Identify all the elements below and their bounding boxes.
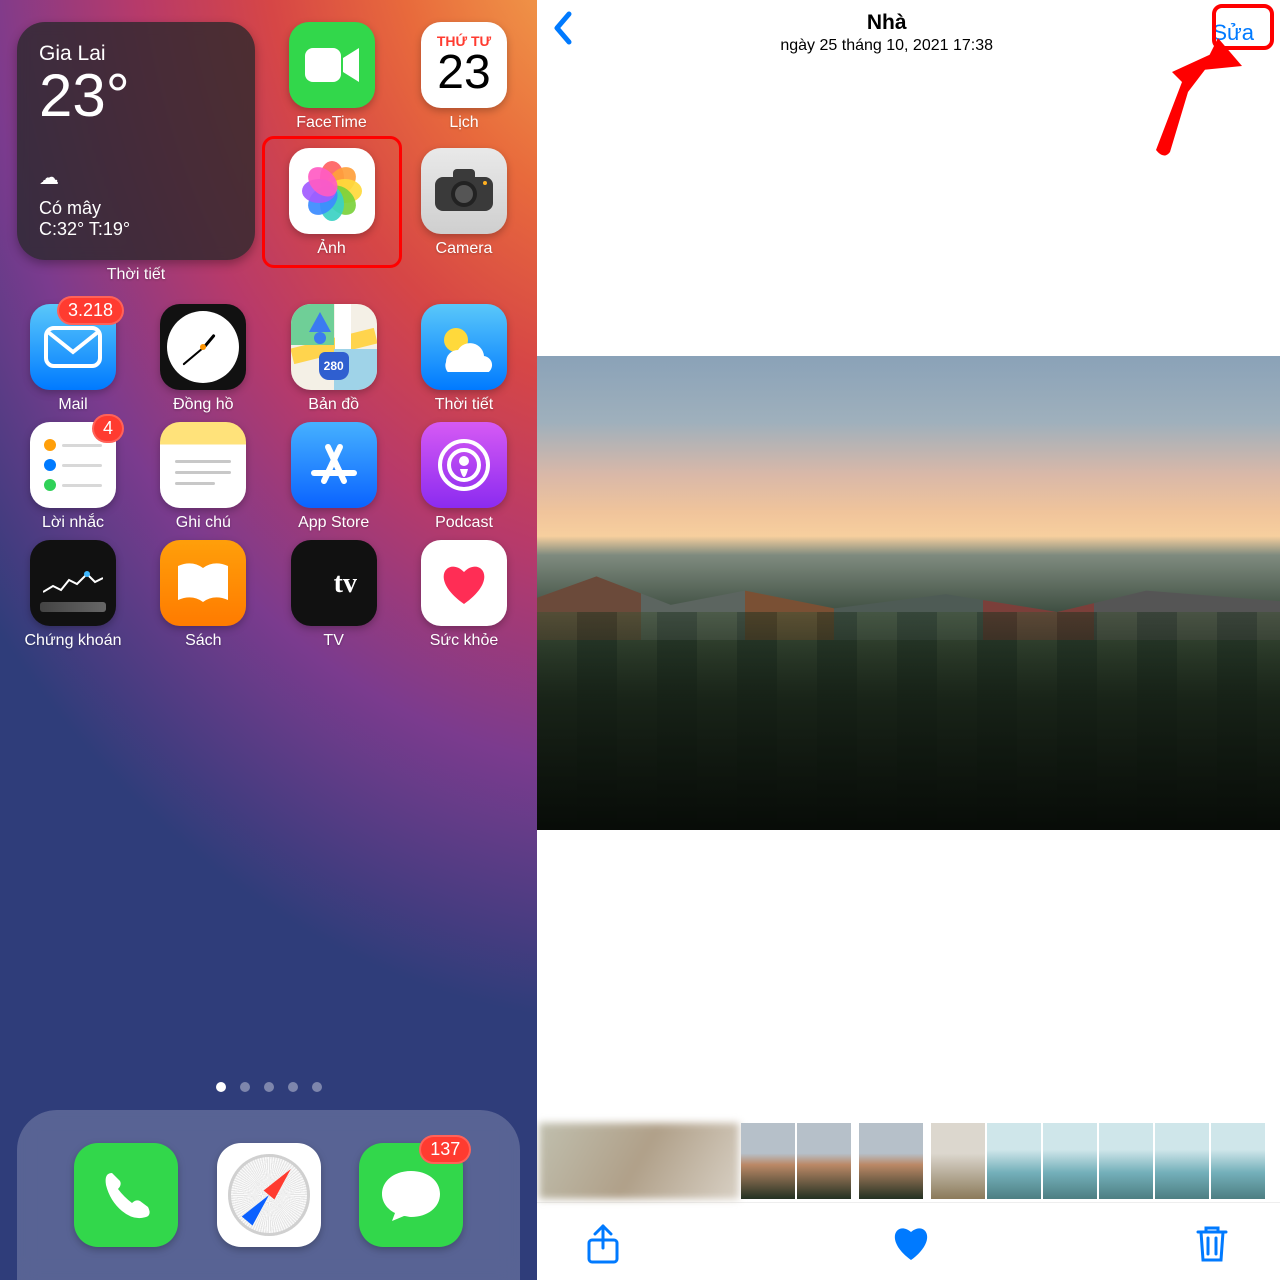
calendar-daynum: 23 — [437, 49, 490, 97]
dock: 137 — [17, 1110, 520, 1280]
favorite-button[interactable] — [891, 1224, 927, 1260]
photo-datetime: ngày 25 tháng 10, 2021 17:38 — [780, 36, 993, 56]
photos-detail-view: Nhà ngày 25 tháng 10, 2021 17:38 Sửa — [537, 0, 1280, 1280]
weather-widget[interactable]: Gia Lai 23° ☁︎ Có mây C:32° T:19° — [17, 22, 255, 260]
podcast-label: Podcast — [435, 514, 493, 532]
delete-button[interactable] — [1196, 1224, 1232, 1260]
appstore-app[interactable] — [291, 422, 377, 508]
maps-app[interactable]: 280 — [291, 304, 377, 390]
thumbnail[interactable] — [741, 1123, 795, 1199]
messages-badge: 137 — [419, 1135, 471, 1164]
safari-app[interactable] — [217, 1143, 321, 1247]
thumbnail[interactable] — [1099, 1123, 1153, 1199]
weather-condition: Có mây — [39, 198, 233, 219]
maps-label: Bản đồ — [308, 396, 359, 414]
ios-home-screen: Gia Lai 23° ☁︎ Có mây C:32° T:19° Thời t… — [0, 0, 537, 1280]
photos-app[interactable] — [289, 148, 375, 234]
stocks-app[interactable] — [30, 540, 116, 626]
reminders-badge: 4 — [92, 414, 124, 443]
back-button[interactable] — [551, 10, 573, 56]
thumbnail-strip[interactable] — [537, 1120, 1280, 1202]
maps-route-number: 280 — [319, 352, 349, 380]
thumbnail[interactable] — [1155, 1123, 1209, 1199]
mail-label: Mail — [58, 396, 87, 414]
messages-app[interactable]: 137 — [359, 1143, 463, 1247]
share-button[interactable] — [585, 1224, 621, 1260]
tv-label: TV — [323, 632, 343, 650]
mail-app[interactable]: 3.218 — [30, 304, 116, 390]
weather-app[interactable] — [421, 304, 507, 390]
mail-badge: 3.218 — [57, 296, 124, 325]
navbar: Nhà ngày 25 tháng 10, 2021 17:38 Sửa — [537, 0, 1280, 66]
health-app[interactable] — [421, 540, 507, 626]
stocks-label: Chứng khoán — [25, 632, 122, 650]
health-label: Sức khỏe — [430, 632, 499, 650]
books-label: Sách — [185, 632, 221, 650]
thumbnail[interactable] — [1043, 1123, 1097, 1199]
main-photo[interactable] — [537, 356, 1280, 830]
cloud-icon: ☁︎ — [39, 158, 233, 198]
reminders-label: Lời nhắc — [42, 514, 104, 532]
appstore-label: App Store — [298, 514, 369, 532]
camera-label: Camera — [436, 240, 493, 258]
calendar-app[interactable]: THỨ TƯ 23 — [421, 22, 507, 108]
podcast-app[interactable] — [421, 422, 507, 508]
weather-range: C:32° T:19° — [39, 219, 233, 240]
bottom-toolbar — [537, 1202, 1280, 1280]
thumbnail-selected[interactable] — [859, 1123, 923, 1199]
notes-app[interactable] — [160, 422, 246, 508]
thumbnail[interactable] — [797, 1123, 851, 1199]
page-indicator[interactable] — [17, 1082, 520, 1092]
facetime-label: FaceTime — [296, 114, 367, 132]
clock-label: Đồng hồ — [173, 396, 234, 414]
reminders-app[interactable]: 4 — [30, 422, 116, 508]
thumbnail[interactable] — [1211, 1123, 1265, 1199]
notes-label: Ghi chú — [176, 514, 231, 532]
photos-label: Ảnh — [317, 240, 345, 258]
phone-app[interactable] — [74, 1143, 178, 1247]
tv-app[interactable]: tv — [291, 540, 377, 626]
books-app[interactable] — [160, 540, 246, 626]
weather-temp: 23° — [39, 66, 233, 126]
weather-app-label: Thời tiết — [435, 396, 494, 414]
thumbnail[interactable] — [987, 1123, 1041, 1199]
clock-app[interactable] — [160, 304, 246, 390]
thumbnail[interactable] — [931, 1123, 985, 1199]
location-arrow-icon — [309, 312, 331, 332]
weather-widget-label: Thời tiết — [107, 266, 166, 284]
edit-button[interactable]: Sửa — [1200, 14, 1266, 52]
tv-glyph: tv — [334, 568, 357, 599]
facetime-app[interactable] — [289, 22, 375, 108]
calendar-label: Lịch — [449, 114, 478, 132]
thumbnail[interactable] — [539, 1123, 739, 1199]
photo-title: Nhà — [780, 10, 993, 36]
camera-app[interactable] — [421, 148, 507, 234]
